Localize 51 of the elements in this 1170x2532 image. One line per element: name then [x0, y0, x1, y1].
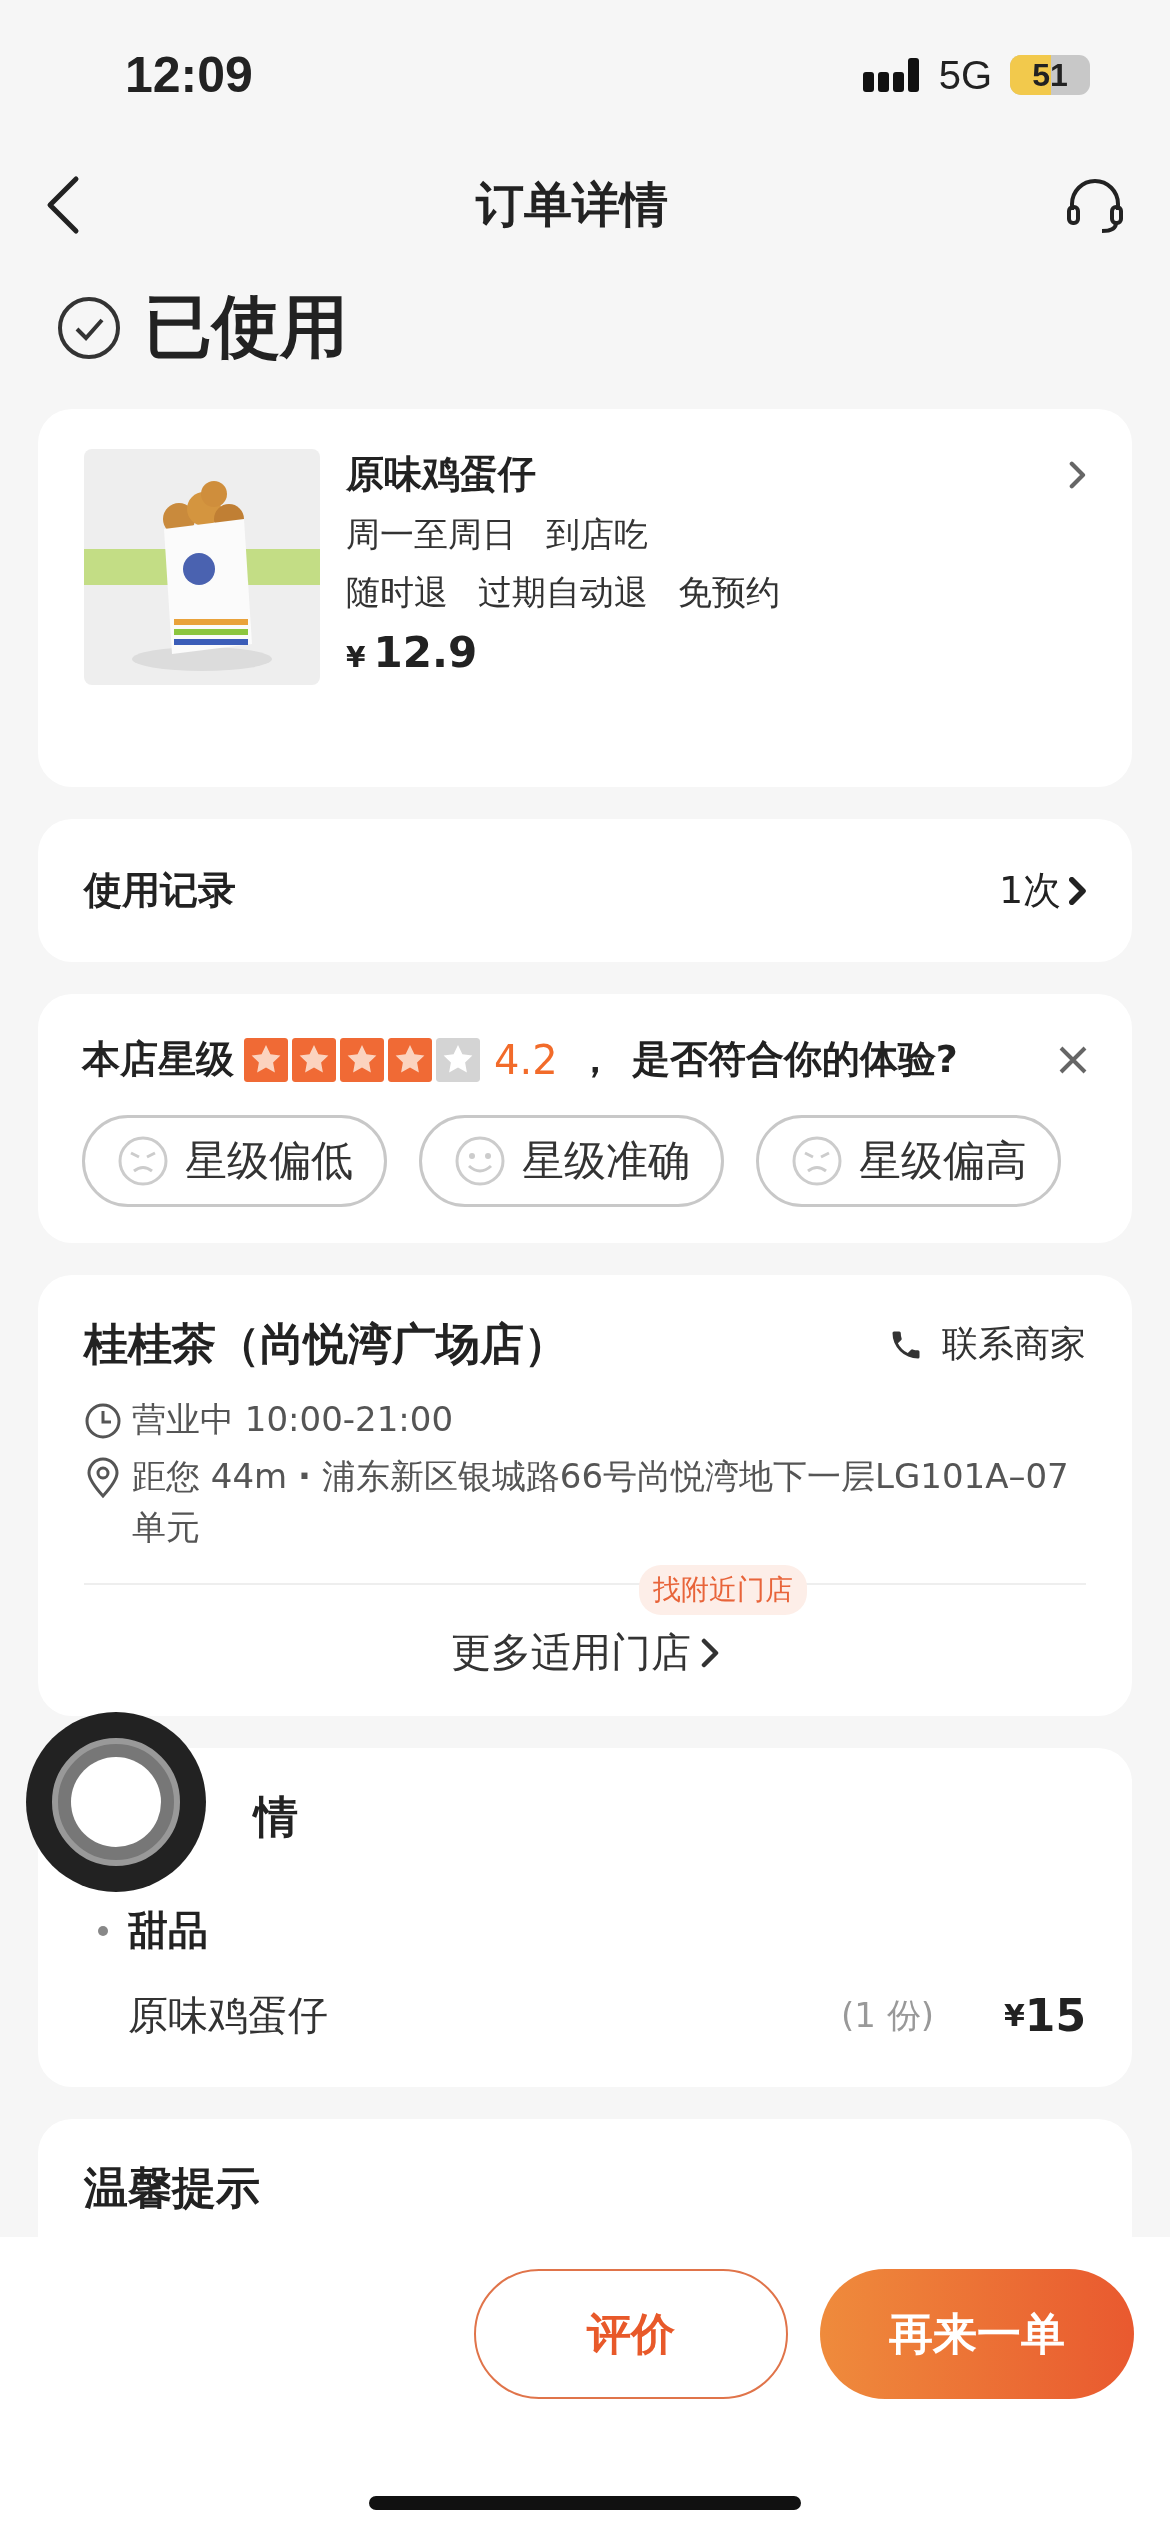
product-tag: 随时退: [346, 570, 448, 616]
star-icon: [436, 1037, 480, 1082]
frown-face-icon: [790, 1135, 843, 1187]
page-title: 订单详情: [476, 175, 668, 234]
section-title: 情: [254, 1791, 298, 1842]
product-tag: 周一至周日: [346, 512, 516, 558]
product-name: 原味鸡蛋仔: [346, 451, 536, 498]
rating-label: 本店星级: [82, 1036, 234, 1083]
nearby-stores-badge: 找附近门店: [639, 1565, 807, 1615]
currency-symbol: ¥: [1003, 1998, 1025, 2033]
product-price: 12.9: [373, 628, 478, 677]
store-name: 桂桂茶（尚悦湾广场店）: [84, 1317, 568, 1371]
chevron-icon: [1069, 460, 1086, 489]
rating-score: 4.2: [494, 1036, 558, 1083]
currency-symbol: ¥: [346, 641, 366, 674]
status-time: 12:09: [125, 46, 253, 104]
order-status: 已使用: [144, 286, 348, 368]
store-address: 距您 44m · 浦东新区银城路66号尚悦湾地下一层LG101A–07单元: [132, 1455, 1070, 1549]
rating-question: 是否符合你的体验?: [631, 1036, 959, 1083]
star-icon: [244, 1037, 288, 1082]
contact-merchant-button[interactable]: 联系商家: [888, 1320, 1086, 1369]
category-label: 甜品: [128, 1906, 208, 1955]
star-icon: [292, 1037, 336, 1082]
usage-label: 使用记录: [84, 867, 236, 914]
rating-option-button[interactable]: 星级准确: [419, 1115, 724, 1207]
product-card[interactable]: 原味鸡蛋仔 周一至周日 到店吃 随时退 过期自动退 免预约 ¥ 12.9: [38, 409, 1132, 787]
item-quantity: (1 份): [840, 1993, 934, 2037]
more-stores-link[interactable]: 更多适用门店: [451, 1625, 719, 1680]
star-icon: [340, 1037, 384, 1082]
item-price: 15: [1024, 1990, 1086, 2041]
review-button[interactable]: 评价: [474, 2269, 788, 2399]
product-tag: 免预约: [678, 570, 780, 616]
product-tag: 过期自动退: [478, 570, 648, 616]
business-hours: 营业中 10:00-21:00: [132, 1398, 454, 1441]
smile-face-icon: [453, 1135, 506, 1187]
item-name: 原味鸡蛋仔: [128, 1991, 329, 2040]
chevron-icon: [701, 1637, 719, 1668]
star-icon: [388, 1037, 432, 1082]
signal-icon: [862, 58, 921, 92]
clock-icon: [84, 1402, 122, 1440]
network-label: 5G: [938, 52, 992, 98]
frown-face-icon: [116, 1135, 169, 1187]
rating-option-button[interactable]: 星级偏低: [82, 1115, 387, 1207]
usage-count-link[interactable]: 1次: [999, 865, 1086, 916]
bullet-dot: [98, 1925, 108, 1936]
rating-option-button[interactable]: 星级偏高: [756, 1115, 1061, 1207]
section-title: 温馨提示: [84, 2162, 260, 2213]
close-button[interactable]: [1058, 1044, 1088, 1075]
chevron-icon: [1069, 876, 1086, 905]
comma-text: ，: [575, 1036, 614, 1083]
product-tag: 到店吃: [546, 512, 648, 558]
